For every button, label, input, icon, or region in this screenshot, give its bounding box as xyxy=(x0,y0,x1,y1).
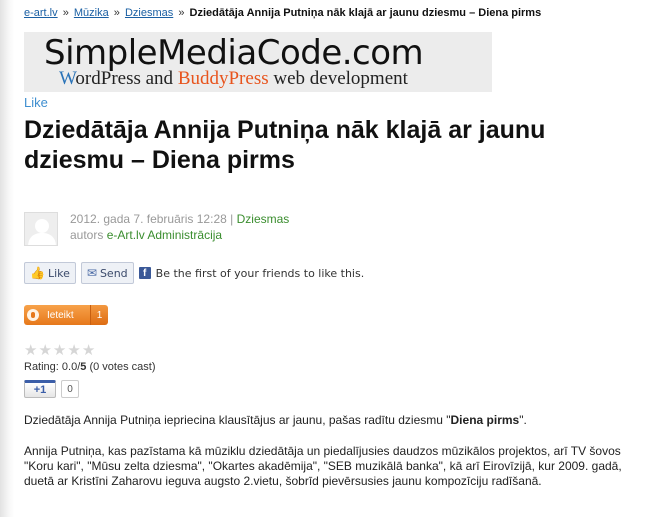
facebook-social-text: Be the first of your friends to like thi… xyxy=(155,266,365,280)
thumbs-up-icon: 👍 xyxy=(30,266,45,280)
meta-separator: | xyxy=(230,212,234,226)
author-prefix: autors xyxy=(70,228,104,242)
breadcrumb: e-art.lv » Mūzika » Dziesmas » Dziedātāj… xyxy=(24,6,541,20)
breadcrumb-songs-link[interactable]: Dziesmas xyxy=(125,7,173,19)
facebook-logo-icon: f xyxy=(138,267,151,279)
facebook-like-button[interactable]: 👍 Like xyxy=(24,262,76,284)
facebook-send-button[interactable]: ✉ Send xyxy=(80,262,134,284)
rating-star-icon[interactable]: ★ xyxy=(24,343,37,358)
article-paragraph-1: Dziedātāja Annija Putniņa iepriecina kla… xyxy=(24,413,644,428)
breadcrumb-separator: » xyxy=(113,7,120,19)
facebook-social-bar: 👍 Like ✉ Send f Be the first of your fri… xyxy=(24,262,364,284)
rating-star-icon[interactable]: ★ xyxy=(82,343,95,358)
post-meta-line2: autors e-Art.lv Administrācija xyxy=(70,227,289,243)
post-title: Dziedātāja Annija Putniņa nāk klajā ar j… xyxy=(24,116,546,174)
rating-star-icon[interactable]: ★ xyxy=(53,343,66,358)
breadcrumb-separator: » xyxy=(178,7,185,19)
banner-tagline-part: ordPress and xyxy=(75,68,178,89)
breadcrumb-music-link[interactable]: Mūzika xyxy=(74,7,109,19)
avatar-placeholder-icon xyxy=(25,213,57,245)
post-author-link[interactable]: e-Art.lv Administrācija xyxy=(107,228,222,242)
post-meta: 2012. gada 7. februāris 12:28 | Dziesmas… xyxy=(70,211,289,243)
ieteikt-count: 1 xyxy=(90,305,108,325)
banner-tagline-rest: web development xyxy=(268,68,408,89)
envelope-icon: ✉ xyxy=(86,266,97,280)
advert-banner[interactable]: SimpleMediaCode.com WordPress and BuddyP… xyxy=(24,32,492,92)
song-title: Diena pirms xyxy=(450,413,520,427)
rating-value: 0.0 xyxy=(61,361,78,373)
banner-tagline-w: W xyxy=(59,68,76,89)
banner-tagline: WordPress and BuddyPress web development xyxy=(59,68,408,90)
ieteikt-button[interactable]: Ieteikt 1 xyxy=(24,305,108,325)
paragraph-1-end: ". xyxy=(519,413,527,427)
like-link[interactable]: Like xyxy=(24,95,48,110)
facebook-send-label: Send xyxy=(99,266,128,280)
paragraph-1-text: Dziedātāja Annija Putniņa iepriecina kla… xyxy=(24,413,451,427)
breadcrumb-separator: » xyxy=(62,7,69,19)
post-category-link[interactable]: Dziesmas xyxy=(237,212,290,226)
ieteikt-label: Ieteikt xyxy=(47,309,74,321)
post-date: 2012. gada 7. februāris 12:28 xyxy=(70,212,227,226)
post-meta-line1: 2012. gada 7. februāris 12:28 | Dziesmas xyxy=(70,211,289,227)
draugiem-icon xyxy=(27,309,39,321)
page-left-shadow xyxy=(0,0,14,517)
rating-votes: (0 votes cast) xyxy=(86,361,156,373)
article-paragraph-2: Annija Putniņa, kas pazīstama kā mūziklu… xyxy=(24,444,622,488)
breadcrumb-current: Dziedātāja Annija Putniņa nāk klajā ar j… xyxy=(189,7,542,19)
breadcrumb-home-link[interactable]: e-art.lv xyxy=(24,7,58,19)
rating-star-icon[interactable]: ★ xyxy=(38,343,51,358)
author-avatar xyxy=(24,212,58,246)
banner-logo-text: SimpleMediaCode.com xyxy=(44,33,424,73)
google-plus-one-count: 0 xyxy=(61,380,79,398)
google-plus-one-button[interactable]: +1 xyxy=(24,380,56,398)
google-plus-one: +1 0 xyxy=(24,380,79,398)
facebook-like-label: Like xyxy=(47,266,70,280)
rating-text: Rating: 0.0/5 (0 votes cast) xyxy=(24,361,155,373)
rating-stars[interactable]: ★ ★ ★ ★ ★ xyxy=(24,343,96,358)
rating-label: Rating: xyxy=(24,361,62,373)
banner-tagline-buddypress: BuddyPress xyxy=(177,68,269,89)
rating-star-icon[interactable]: ★ xyxy=(67,343,80,358)
ieteikt-main: Ieteikt xyxy=(24,305,90,325)
